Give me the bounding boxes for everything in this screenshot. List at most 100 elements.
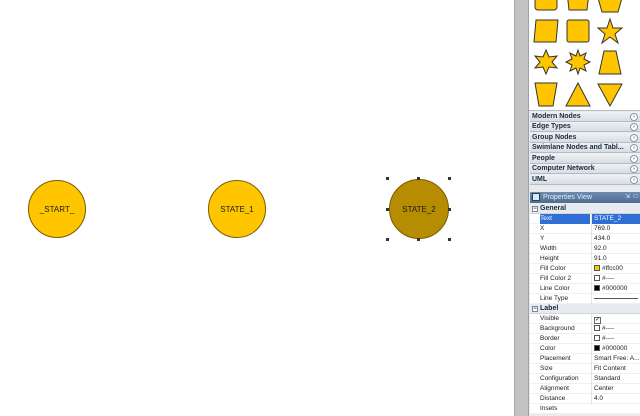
- prop-value[interactable]: #ffcc00: [591, 264, 640, 274]
- prop-value[interactable]: #000000: [591, 284, 640, 294]
- resize-handle-w[interactable]: [386, 208, 389, 211]
- prop-row-visible[interactable]: Visible ✓: [530, 314, 640, 324]
- palette-section-modern-nodes[interactable]: Modern Nodes ›: [530, 112, 640, 122]
- prop-row-text[interactable]: Text STATE_2: [530, 214, 640, 224]
- group-label[interactable]: − Label: [530, 304, 640, 314]
- prop-row-border[interactable]: Border #----: [530, 334, 640, 344]
- collapse-icon[interactable]: −: [532, 306, 538, 312]
- trapezoid-shape-icon[interactable]: [595, 47, 625, 77]
- prop-value[interactable]: STATE_2: [591, 214, 640, 224]
- prop-key: Size: [540, 365, 553, 372]
- prop-value[interactable]: 434.0: [591, 234, 640, 244]
- prop-key: Text: [540, 214, 590, 224]
- prop-row-background[interactable]: Background #----: [530, 324, 640, 334]
- prop-value[interactable]: #----: [591, 274, 640, 284]
- resize-handle-s[interactable]: [417, 238, 420, 241]
- prop-value[interactable]: ✓: [591, 314, 640, 324]
- node-state-1[interactable]: STATE_1: [208, 180, 266, 238]
- expand-icon[interactable]: ›: [630, 165, 638, 173]
- prop-row-alignment[interactable]: Alignment Center: [530, 384, 640, 394]
- close-icon[interactable]: □: [632, 193, 639, 201]
- prop-value[interactable]: Smart Free: A...: [591, 354, 640, 364]
- prop-row-width[interactable]: Width 92.0: [530, 244, 640, 254]
- collapse-icon[interactable]: −: [532, 206, 538, 212]
- expand-icon[interactable]: ›: [630, 123, 638, 131]
- prop-value[interactable]: #000000: [591, 344, 640, 354]
- resize-handle-se[interactable]: [448, 238, 451, 241]
- resize-handle-sw[interactable]: [386, 238, 389, 241]
- square-shape-icon[interactable]: [563, 16, 593, 46]
- prop-value[interactable]: [591, 294, 640, 304]
- pentagon-shape-icon[interactable]: [563, 0, 593, 16]
- palette-section-computer-network[interactable]: Computer Network ›: [530, 164, 640, 174]
- expand-icon[interactable]: ›: [630, 144, 638, 152]
- prop-row-line-color[interactable]: Line Color #000000: [530, 284, 640, 294]
- prop-row-line-type[interactable]: Line Type: [530, 294, 640, 304]
- right-sidebar: Modern Nodes › Edge Types › Group Nodes › S…: [528, 0, 640, 416]
- prop-value-text: #000000: [602, 285, 628, 292]
- prop-row-x[interactable]: X 769.0: [530, 224, 640, 234]
- group-general[interactable]: − General: [530, 204, 640, 214]
- prop-row-color[interactable]: Color #000000: [530, 344, 640, 354]
- resize-handle-e[interactable]: [448, 208, 451, 211]
- resize-handle-ne[interactable]: [448, 177, 451, 180]
- prop-row-distance[interactable]: Distance 4.0: [530, 394, 640, 404]
- graph-canvas[interactable]: _START_ STATE_1 STATE_2: [0, 0, 514, 416]
- prop-value[interactable]: 4.0: [591, 394, 640, 404]
- prop-key: Fill Color: [540, 265, 566, 272]
- prop-value[interactable]: Standard: [591, 374, 640, 384]
- expand-icon[interactable]: ›: [630, 176, 638, 184]
- resize-handle-n[interactable]: [417, 177, 420, 180]
- palette-section-swimlane-nodes[interactable]: Swimlane Nodes and Tabl... ›: [530, 143, 640, 153]
- prop-value[interactable]: Fit Content: [591, 364, 640, 374]
- section-label: UML: [532, 176, 548, 183]
- prop-key: Fill Color 2: [540, 275, 572, 282]
- star-shape-icon[interactable]: [595, 16, 625, 46]
- palette-section-edge-types[interactable]: Edge Types ›: [530, 122, 640, 132]
- prop-value[interactable]: Center: [591, 384, 640, 394]
- prop-row-fill-color[interactable]: Fill Color #ffcc00: [530, 264, 640, 274]
- expand-icon[interactable]: ›: [630, 155, 638, 163]
- palette-section-people[interactable]: People ›: [530, 154, 640, 164]
- hexagon-shape-icon[interactable]: [595, 0, 625, 16]
- prop-value[interactable]: 91.0: [591, 254, 640, 264]
- rounded-square-shape-icon[interactable]: [531, 16, 561, 46]
- prop-value-text: #ffcc00: [602, 265, 623, 272]
- node-label: STATE_2: [402, 204, 436, 214]
- prop-row-y[interactable]: Y 434.0: [530, 234, 640, 244]
- prop-key: Background: [540, 325, 575, 332]
- inverted-trapezoid-shape-icon[interactable]: [531, 79, 561, 109]
- prop-row-insets[interactable]: Insets: [530, 404, 640, 414]
- panel-splitter[interactable]: [514, 0, 528, 416]
- prop-key: X: [540, 225, 545, 232]
- section-label: Swimlane Nodes and Tabl...: [532, 144, 624, 151]
- node-start[interactable]: _START_: [28, 180, 86, 238]
- palette-section-uml[interactable]: UML ›: [530, 175, 640, 185]
- six-point-star-shape-icon[interactable]: [531, 47, 561, 77]
- node-state-2[interactable]: STATE_2: [389, 179, 449, 239]
- expand-icon[interactable]: ›: [630, 113, 638, 121]
- line-type-sample: [594, 297, 638, 299]
- prop-row-size[interactable]: Size Fit Content: [530, 364, 640, 374]
- properties-view-header: Properties View ⇲ □: [530, 192, 640, 203]
- palette-section-group-nodes[interactable]: Group Nodes ›: [530, 133, 640, 143]
- pin-icon[interactable]: ⇲: [624, 193, 631, 201]
- rounded-rect-shape-icon[interactable]: [531, 0, 561, 16]
- triangle-shape-icon[interactable]: [563, 79, 593, 109]
- prop-row-placement[interactable]: Placement Smart Free: A...: [530, 354, 640, 364]
- expand-icon[interactable]: ›: [630, 134, 638, 142]
- eight-point-star-shape-icon[interactable]: [563, 47, 593, 77]
- prop-row-fill-color-2[interactable]: Fill Color 2 #----: [530, 274, 640, 284]
- prop-value[interactable]: #----: [591, 324, 640, 334]
- properties-view-icon: [532, 193, 540, 201]
- section-label: Group Nodes: [532, 134, 577, 141]
- prop-row-height[interactable]: Height 91.0: [530, 254, 640, 264]
- prop-value[interactable]: 769.0: [591, 224, 640, 234]
- prop-key: Line Type: [540, 295, 569, 302]
- checkbox-checked-icon[interactable]: ✓: [594, 317, 601, 324]
- prop-value[interactable]: 92.0: [591, 244, 640, 254]
- prop-row-configuration[interactable]: Configuration Standard: [530, 374, 640, 384]
- prop-value[interactable]: #----: [591, 334, 640, 344]
- resize-handle-nw[interactable]: [386, 177, 389, 180]
- inverted-triangle-shape-icon[interactable]: [595, 79, 625, 109]
